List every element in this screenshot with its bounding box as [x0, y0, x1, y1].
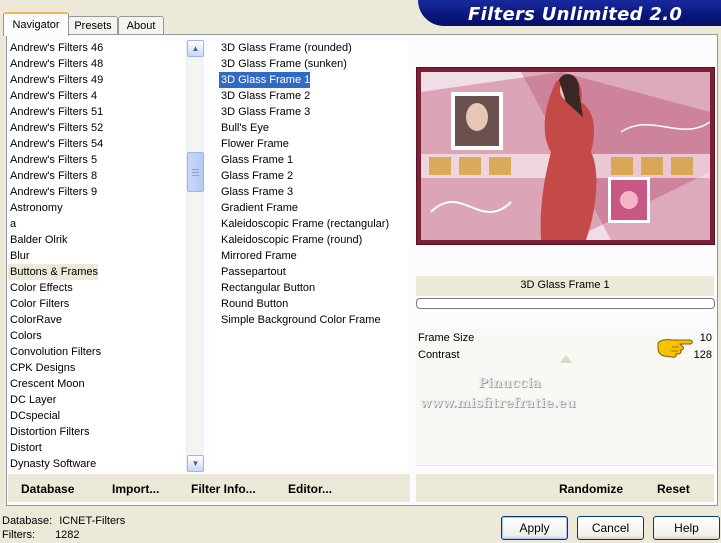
scroll-thumb[interactable] — [187, 152, 204, 192]
filter-info-button[interactable]: Filter Info... — [191, 482, 256, 496]
scroll-up-button[interactable]: ▲ — [187, 40, 204, 57]
filter-name-display: 3D Glass Frame 1 — [520, 279, 610, 291]
filter-item[interactable]: Rectangular Button — [219, 280, 315, 296]
category-item[interactable]: Andrew's Filters 48 — [8, 56, 103, 72]
status-filters-value: 1282 — [55, 529, 80, 541]
category-item[interactable]: Crescent Moon — [8, 376, 85, 392]
reset-button[interactable]: Reset — [657, 482, 690, 496]
tab-navigator[interactable]: Navigator — [3, 12, 69, 36]
category-item[interactable]: Color Effects — [8, 280, 73, 296]
param-value[interactable]: 128 — [694, 347, 712, 363]
import-button[interactable]: Import... — [112, 482, 159, 496]
filter-item[interactable]: Glass Frame 1 — [219, 152, 293, 168]
category-item[interactable]: Convolution Filters — [8, 344, 101, 360]
filter-item[interactable]: Mirrored Frame — [219, 248, 297, 264]
filter-item[interactable]: 3D Glass Frame 1 — [219, 72, 311, 88]
category-item[interactable]: Distortion Filters — [8, 424, 89, 440]
status-filters: Filters: 1282 — [2, 529, 80, 541]
category-item[interactable]: ColorRave — [8, 312, 62, 328]
category-item[interactable]: Andrew's Filters 8 — [8, 168, 97, 184]
filter-item[interactable]: Kaleidoscopic Frame (rectangular) — [219, 216, 389, 232]
category-item[interactable]: Andrew's Filters 54 — [8, 136, 103, 152]
status-database: Database: ICNET-Filters — [2, 515, 125, 527]
filter-item[interactable]: 3D Glass Frame (sunken) — [219, 56, 347, 72]
slider-marker — [560, 355, 572, 363]
category-item[interactable]: DC Layer — [8, 392, 56, 408]
category-scrollbar[interactable]: ▲ ▼ — [186, 40, 204, 472]
category-item[interactable]: Andrew's Filters 9 — [8, 184, 97, 200]
help-button[interactable]: Help — [653, 516, 720, 540]
param-label: Frame Size — [418, 332, 475, 344]
tab-about[interactable]: About — [118, 16, 164, 35]
watermark-url: www.misfitrefratie.eu — [420, 396, 576, 411]
watermark-name: Pinuccia — [478, 376, 541, 391]
category-item[interactable]: a — [8, 216, 16, 232]
database-button[interactable]: Database — [21, 482, 74, 496]
status-database-label: Database: — [2, 515, 53, 527]
category-item[interactable]: CPK Designs — [8, 360, 75, 376]
status-database-value: ICNET-Filters — [59, 515, 126, 527]
category-item[interactable]: Blur — [8, 248, 30, 264]
scroll-down-button[interactable]: ▼ — [187, 455, 204, 472]
filter-list[interactable]: 3D Glass Frame (rounded) 3D Glass Frame (… — [209, 40, 409, 472]
category-item[interactable]: Distort — [8, 440, 42, 456]
preview-frame — [416, 67, 715, 245]
param-value[interactable]: 10 — [700, 330, 712, 346]
filter-item[interactable]: 3D Glass Frame 2 — [219, 88, 310, 104]
category-item[interactable]: Andrew's Filters 52 — [8, 120, 103, 136]
filter-item[interactable]: Bull's Eye — [219, 120, 269, 136]
apply-button[interactable]: Apply — [501, 516, 568, 540]
app-title: Filters Unlimited 2.0 — [468, 4, 683, 25]
filter-item[interactable]: Round Button — [219, 296, 288, 312]
category-item[interactable]: Colors — [8, 328, 42, 344]
filter-item[interactable]: Glass Frame 3 — [219, 184, 293, 200]
category-item[interactable]: Andrew's Filters 51 — [8, 104, 103, 120]
category-item[interactable]: DCspecial — [8, 408, 60, 424]
randomize-button[interactable]: Randomize — [559, 482, 623, 496]
pointing-hand-icon — [657, 339, 693, 358]
filter-item[interactable]: Gradient Frame — [219, 200, 298, 216]
filter-item[interactable]: Flower Frame — [219, 136, 289, 152]
filter-item[interactable]: Simple Background Color Frame — [219, 312, 381, 328]
param-label: Contrast — [418, 349, 460, 361]
filter-item[interactable]: 3D Glass Frame (rounded) — [219, 40, 352, 56]
status-filters-label: Filters: — [2, 529, 35, 541]
cancel-button[interactable]: Cancel — [577, 516, 644, 540]
category-item[interactable]: Andrew's Filters 5 — [8, 152, 97, 168]
preview-image — [421, 72, 710, 240]
category-item[interactable]: Andrew's Filters 49 — [8, 72, 103, 88]
preview-artwork — [421, 72, 710, 240]
category-item[interactable]: Balder Olrik — [8, 232, 67, 248]
category-item[interactable]: Buttons & Frames — [8, 264, 99, 280]
filter-item[interactable]: 3D Glass Frame 3 — [219, 104, 310, 120]
category-item[interactable]: Astronomy — [8, 200, 63, 216]
progress-bar — [416, 298, 715, 309]
filter-item[interactable]: Glass Frame 2 — [219, 168, 293, 184]
category-list[interactable]: Andrew's Filters 46 Andrew's Filters 48 An… — [8, 40, 185, 472]
category-item[interactable]: Andrew's Filters 46 — [8, 40, 103, 56]
category-item[interactable]: Andrew's Filters 4 — [8, 88, 97, 104]
category-item[interactable]: Dynasty Software — [8, 456, 96, 472]
editor-button[interactable]: Editor... — [288, 482, 332, 496]
filter-item[interactable]: Passepartout — [219, 264, 286, 280]
tab-presets[interactable]: Presets — [68, 16, 118, 35]
filter-item[interactable]: Kaleidoscopic Frame (round) — [219, 232, 362, 248]
category-item[interactable]: Color Filters — [8, 296, 69, 312]
